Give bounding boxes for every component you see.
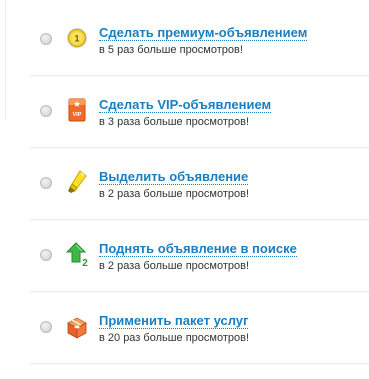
package-option-subtitle: в 20 раз больше просмотров! [99, 332, 250, 344]
premium-coin-icon: 1 [65, 24, 89, 52]
premium-radio[interactable] [40, 33, 52, 45]
raise-option-subtitle: в 2 раза больше просмотров! [99, 260, 250, 272]
premium-option-link[interactable]: Сделать премиум-объявлением [99, 26, 308, 41]
package-option-link[interactable]: Применить пакет услуг [99, 314, 249, 329]
raise-option-link[interactable]: Поднять объявление в поиске [99, 242, 297, 257]
raise-label: 2 [82, 258, 88, 268]
premium-option-subtitle: в 5 раз больше просмотров! [99, 44, 243, 56]
highlight-radio[interactable] [40, 177, 52, 189]
vip-option-link[interactable]: Сделать VIP-объявлением [99, 98, 272, 113]
vip-badge-icon: VIP [65, 96, 89, 124]
highlight-option-subtitle: в 2 раза больше просмотров! [99, 188, 250, 200]
raise-radio[interactable] [40, 249, 52, 261]
vip-radio[interactable] [40, 105, 52, 117]
highlighter-icon [65, 168, 89, 196]
vip-option-subtitle: в 3 раза больше просмотров! [99, 116, 250, 128]
option-highlight[interactable]: Выделить объявление в 2 раза больше прос… [30, 148, 369, 220]
option-vip[interactable]: VIP Сделать VIP-объявлением в 3 раза бол… [30, 76, 369, 148]
vip-label: VIP [73, 112, 82, 118]
promotion-options-list: 1 Сделать премиум-объявлением в 5 раз бо… [30, 4, 369, 364]
left-divider [5, 0, 6, 120]
option-raise[interactable]: 2 Поднять объявление в поиске в 2 раза б… [30, 220, 369, 292]
raise-arrow-icon: 2 [65, 240, 89, 269]
coin-label: 1 [74, 34, 79, 44]
option-premium[interactable]: 1 Сделать премиум-объявлением в 5 раз бо… [30, 4, 369, 76]
gift-box-icon [65, 312, 89, 340]
package-radio[interactable] [40, 321, 52, 333]
highlight-option-link[interactable]: Выделить объявление [99, 170, 249, 185]
option-package[interactable]: Применить пакет услуг в 20 раз больше пр… [30, 292, 369, 364]
